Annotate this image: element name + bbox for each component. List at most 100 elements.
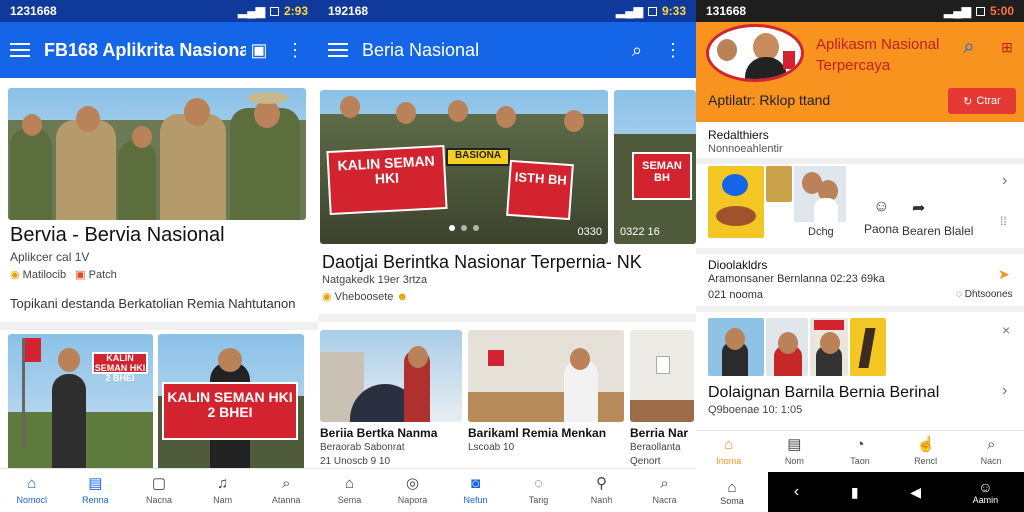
nav-item-search[interactable]: ⌕ Nacn [958,431,1024,472]
status-bar: 131668 ▂▄▆ 5:00 [696,0,1024,22]
thumbnail [708,166,764,238]
system-nav-bar: ⌂ Soma ‹ ▮ ◀ ☺ Aamin [696,472,1024,512]
nav-item-search[interactable]: ⌕ Atanna [254,469,318,512]
section-subtitle: Nonnoeahlentir [708,143,783,155]
nav-item-doc[interactable]: ▤ Nom [762,431,828,472]
hero-image[interactable]: KALIN SEMAN HKI BASIONA ISTH BH 0330 [320,90,608,244]
home-shortcut[interactable]: ⌂ Soma [696,472,768,512]
nav-item-bell[interactable]: ♫ Nam [191,469,255,512]
home-icon: ⌂ [27,475,37,492]
action-label: Dchg [808,226,834,238]
clock-icon: ◌ [956,289,962,300]
article-card[interactable]: Barikaml Remia Menkan Lscoab 10 [468,330,624,470]
nav-item-search[interactable]: ⌕ Nacra [633,469,696,512]
thumbnail [794,166,846,222]
status-time: 192168 [328,4,369,18]
section-title: Redalthiers [708,128,769,142]
news-headline: Dolaignan Barnila Bernia Berinal [708,384,940,401]
clock-icon: ◉ [10,269,20,281]
nav-item-home[interactable]: ⌂ Sema [318,469,381,512]
user-button[interactable]: ☺ Aamin [973,479,999,505]
hero-image[interactable] [8,88,306,220]
status-battery: 9:33 [661,4,686,18]
close-icon[interactable]: × [1002,322,1010,338]
twitter-icon[interactable]: ➤ [998,266,1010,283]
battery-icon [975,6,985,16]
nav-item-square[interactable]: ▢ Nacna [127,469,191,512]
battery-icon [269,6,279,16]
article-image [320,330,462,422]
grid-icon[interactable]: ⊞ [994,34,1020,60]
nav-item-notifications[interactable]: ◔ Taon [827,431,893,472]
status-bar: 1231668 ▂▄▆ 2:93 [0,0,318,22]
recents-icon[interactable]: ◀ [910,484,921,501]
search-icon: ⌕ [660,475,669,492]
menu-icon[interactable] [10,43,30,57]
thumbnail [810,318,848,376]
status-battery: 2:93 [283,4,308,18]
search-icon[interactable]: ⌕ [956,34,982,60]
action-share[interactable]: ➦ Bearen Blalel [902,198,973,238]
app-title: Beria Nasional [362,39,480,60]
app-bar: Beria Nasional ⌕ ⋮ [318,22,696,78]
hand-icon: ☝ [916,436,936,453]
news-line: 021 nooma [708,289,764,301]
more-icon[interactable]: ⋮ [660,37,686,63]
hero-headline[interactable]: Bervia - Bervia Nasional [10,224,225,247]
side-card-image[interactable]: SEMAN BH 0322 16 [614,90,696,244]
menu-icon[interactable] [328,43,348,57]
dots-grid-icon[interactable]: ⁞⁞ [1000,214,1007,228]
nav-item-home[interactable]: ⌂ Inoma [696,431,762,472]
section-title: Dioolakldrs [708,258,768,272]
hero-headline[interactable]: Daotjai Berintka Nasionar Terpernia- NK [322,252,694,273]
thumbnail [708,318,764,376]
bottom-nav: ⌂ Inoma ▤ Nom ◔ Taon ☝ Rencl ⌕ Nacn [696,430,1024,472]
article-card[interactable]: Berria Nar Beraollanta Qenort [630,330,694,470]
app-title: FB168 Aplikrita Nasional [44,39,246,60]
hero-meta: Vheboosete [334,291,394,303]
signal-icon: ▂▄▆ [616,4,643,18]
hero-subtitle: Aplikcer cal 1V [10,250,90,264]
nav-item-news[interactable]: ▤ Renna [64,469,128,512]
home-icon: ⌂ [724,436,734,453]
thumbnail [766,166,792,202]
more-icon[interactable]: ⋮ [282,37,308,63]
protest-sign: BASIONA [446,148,510,166]
chevron-right-icon[interactable]: › [1002,382,1007,400]
banner-button[interactable]: ↻ Ctrar [948,88,1016,114]
screen-2: 192168 ▂▄▆ 9:33 Beria Nasional ⌕ ⋮ KALIN… [318,0,696,512]
chat-icon: ◙ [470,475,481,492]
nav-item-hand[interactable]: ☝ Rencl [893,431,959,472]
nav-item-pin[interactable]: ⚲ Nanh [570,469,633,512]
doc-icon: ▤ [787,436,802,453]
battery-icon [647,6,657,16]
home-button-icon[interactable]: ▮ [851,484,859,501]
carousel-dots[interactable] [320,218,608,236]
thumbnail [850,318,886,376]
search-icon: ⌕ [986,436,996,453]
app-logo [706,24,804,82]
nav-item-circle[interactable]: ◌ Tarig [507,469,570,512]
nav-item-home[interactable]: ⌂ Nomocl [0,469,64,512]
bookmark-icon[interactable]: ▣ [246,37,272,63]
circle-icon: ◌ [534,475,543,492]
search-icon[interactable]: ⌕ [624,37,650,63]
chevron-right-icon[interactable]: › [1002,172,1007,190]
action-comment[interactable]: ☺ Paona [864,198,899,236]
image-counter: 0322 16 [620,226,660,238]
status-bar: 192168 ▂▄▆ 9:33 [318,0,696,22]
home-icon: ⌂ [727,478,737,496]
protest-sign: KALIN SEMAN HKI 2 BHEI [92,352,148,383]
back-icon[interactable]: ‹ [794,483,799,501]
article-card[interactable]: Beriia Bertka Nanma Beraorab Sabonrat 21… [320,330,462,470]
signal-icon: ▂▄▆ [238,4,265,18]
article-card-left[interactable]: KALIN SEMAN HKI 2 BHEI [8,334,153,472]
bell-icon: ♫ [216,475,229,492]
article-card-right[interactable]: KALIN SEMAN HKI 2 BHEI [158,334,304,472]
nav-item-chat[interactable]: ◙ Nefun [444,469,507,512]
protest-sign: KALIN SEMAN HKI [326,144,448,216]
hero-meta-1: Matilocib [22,269,67,281]
nav-item-explore[interactable]: ◎ Napora [381,469,444,512]
news-icon: ▤ [88,475,103,492]
home-icon: ⌂ [344,475,355,492]
